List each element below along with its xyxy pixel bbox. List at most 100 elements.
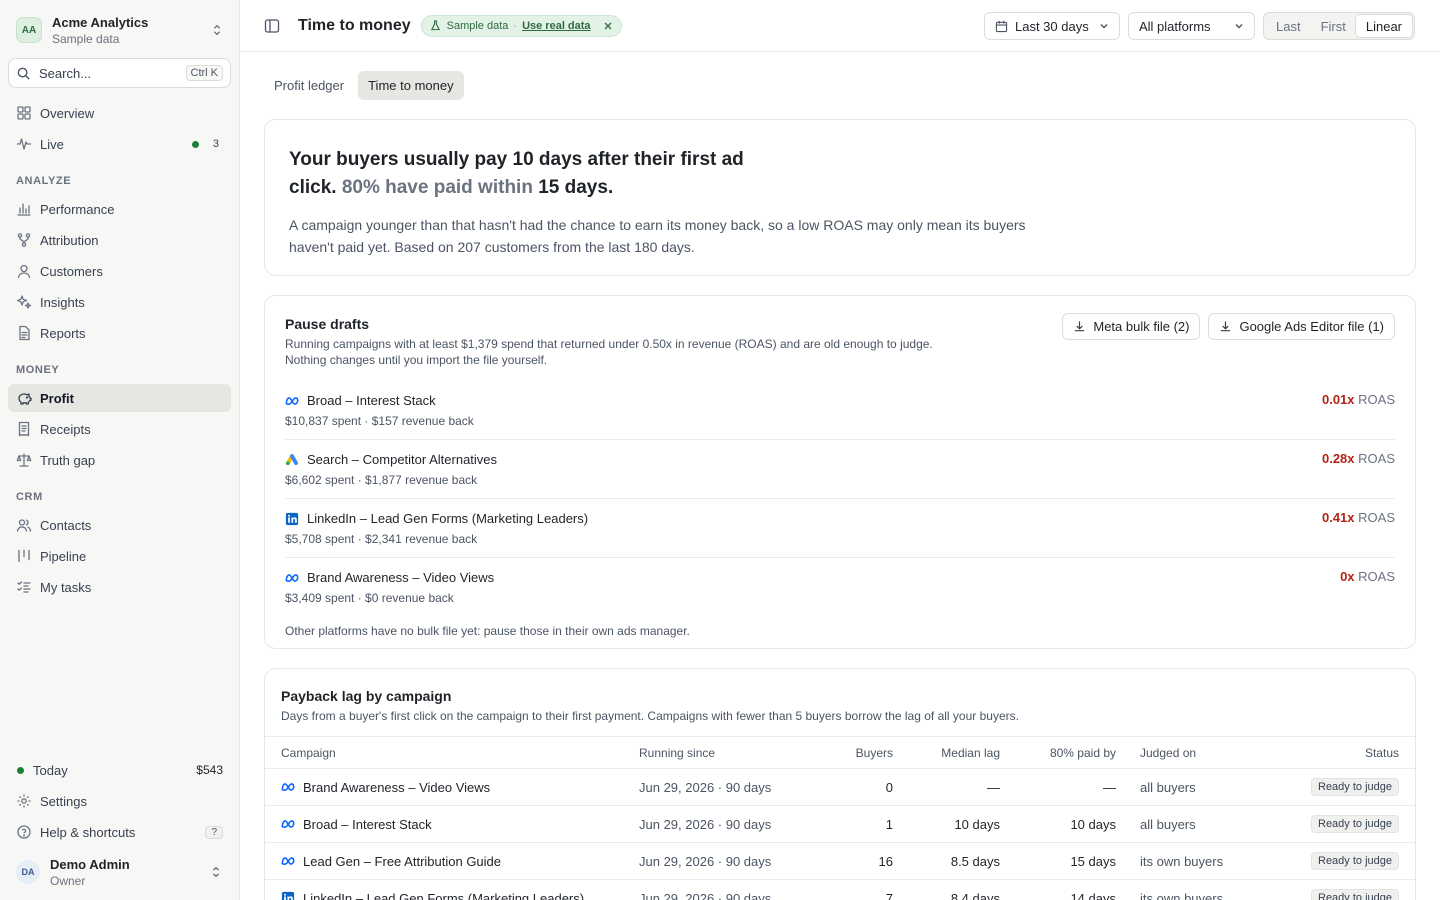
sidebar-footer: Today $543 Settings Help & shortcuts ? xyxy=(8,756,231,849)
table-row[interactable]: Brand Awareness – Video Views Jun 29, 202… xyxy=(265,769,1415,806)
sidebar-item-contacts[interactable]: Contacts xyxy=(8,511,231,539)
cell-p80: — xyxy=(1103,779,1116,795)
sidebar-item-label: Overview xyxy=(40,105,95,121)
settings-label: Settings xyxy=(40,793,87,809)
model-linear-button[interactable]: Linear xyxy=(1355,15,1412,37)
sidebar-item-label: My tasks xyxy=(40,579,92,595)
chevron-up-down-icon xyxy=(212,866,220,878)
campaign-spend: $6,602 spent · $1,877 revenue back xyxy=(285,473,478,487)
cell-buyers: 7 xyxy=(885,890,893,900)
status-dot xyxy=(17,766,24,774)
sidebar-item-settings[interactable]: Settings xyxy=(8,787,231,815)
pulse-icon xyxy=(16,138,32,150)
pill-separator: · xyxy=(513,19,518,32)
page-title: Time to money xyxy=(298,16,411,34)
date-range-value: Last 30 days xyxy=(1015,18,1089,34)
user-name: Demo Admin xyxy=(50,856,130,872)
sidebar-item-live[interactable]: Live 3 xyxy=(8,130,231,158)
campaign-name: LinkedIn – Lead Gen Forms (Marketing Lea… xyxy=(307,511,589,526)
sidebar-item-label: Truth gap xyxy=(40,452,96,468)
list-item[interactable]: LinkedIn – Lead Gen Forms (Marketing Lea… xyxy=(285,499,1395,558)
calendar-icon xyxy=(995,20,1008,32)
sidebar-item-label: Contacts xyxy=(40,517,92,533)
bar-chart-icon xyxy=(17,203,31,216)
chevron-up-down-icon xyxy=(213,24,221,36)
sidebar-item-overview[interactable]: Overview xyxy=(8,99,231,127)
pause-drafts-footnote: Other platforms have no bulk file yet: p… xyxy=(285,624,690,638)
column-header-80-paid-by[interactable]: 80% paid by xyxy=(1000,746,1116,760)
sidebar-item-my-tasks[interactable]: My tasks xyxy=(8,573,231,601)
campaign-spend: $5,708 spent · $2,341 revenue back xyxy=(285,532,478,546)
table-row[interactable]: Lead Gen – Free Attribution Guide Jun 29,… xyxy=(265,843,1415,880)
sidebar-item-reports[interactable]: Reports xyxy=(8,319,231,347)
flask-icon xyxy=(430,20,440,31)
column-header-median-lag[interactable]: Median lag xyxy=(893,746,1000,760)
sidebar-item-label: Receipts xyxy=(40,421,91,437)
sidebar-nav: Overview Live 3 ANALYZE Performance Attributi… xyxy=(8,99,231,604)
search-input[interactable]: Search... Ctrl K xyxy=(8,58,231,88)
sidebar-item-truth-gap[interactable]: Truth gap xyxy=(8,446,231,474)
payback-lag-table: Campaign Running since Buyers Median lag 80%… xyxy=(265,736,1415,900)
meta-logo-icon xyxy=(281,820,295,829)
sidebar-item-label: Reports xyxy=(40,325,86,341)
user-menu[interactable]: DA Demo Admin Owner xyxy=(8,850,231,894)
tab-profit-ledger[interactable]: Profit ledger xyxy=(264,71,354,100)
model-first-button[interactable]: First xyxy=(1311,15,1356,37)
sidebar-toggle-icon[interactable] xyxy=(264,18,280,34)
help-label: Help & shortcuts xyxy=(40,824,136,840)
roas-value: 0.01x ROAS xyxy=(1321,392,1395,407)
checklist-icon xyxy=(17,581,31,593)
column-header-running-since[interactable]: Running since xyxy=(639,746,829,760)
sample-data-badge: Sample data · Use real data xyxy=(420,14,622,37)
campaign-name: Search – Competitor Alternatives xyxy=(307,452,498,467)
list-item[interactable]: Brand Awareness – Video Views $3,409 spen… xyxy=(285,558,1395,617)
column-header-judged-on[interactable]: Judged on xyxy=(1116,746,1266,760)
cell-since: Jun 29, 2026 · 90 days xyxy=(639,779,772,795)
section-label-analyze: ANALYZE xyxy=(16,175,72,187)
sidebar-item-receipts[interactable]: Receipts xyxy=(8,415,231,443)
platform-select[interactable]: All platforms xyxy=(1128,12,1255,40)
meta-bulk-file-button[interactable]: Meta bulk file (2) xyxy=(1062,313,1201,340)
table-row[interactable]: Broad – Interest Stack Jun 29, 2026 · 90 … xyxy=(265,806,1415,843)
sidebar-item-profit[interactable]: Profit xyxy=(8,384,231,412)
close-icon[interactable] xyxy=(603,21,613,31)
column-header-campaign[interactable]: Campaign xyxy=(265,746,639,760)
tab-time-to-money[interactable]: Time to money xyxy=(358,71,464,100)
branch-icon xyxy=(17,233,31,247)
table-row[interactable]: LinkedIn – Lead Gen Forms (Marketing Lea… xyxy=(265,880,1415,900)
pause-drafts-card: Pause drafts Running campaigns with at l… xyxy=(264,295,1416,649)
date-range-select[interactable]: Last 30 days xyxy=(984,12,1120,40)
column-header-status[interactable]: Status xyxy=(1266,746,1415,760)
list-item[interactable]: Broad – Interest Stack $10,837 spent · $1… xyxy=(285,381,1395,440)
column-header-buyers[interactable]: Buyers xyxy=(829,746,893,760)
sidebar-item-insights[interactable]: Insights xyxy=(8,288,231,316)
workspace-switcher[interactable]: AA Acme Analytics Sample data xyxy=(8,8,232,52)
payback-lag-description: Days from a buyer's first click on the c… xyxy=(281,709,1019,723)
cell-p80: 15 days xyxy=(1070,853,1116,869)
roas-value: 0x ROAS xyxy=(1340,569,1395,584)
cell-campaign: Brand Awareness – Video Views xyxy=(265,780,639,795)
sidebar-item-performance[interactable]: Performance xyxy=(8,195,231,223)
sidebar-item-attribution[interactable]: Attribution xyxy=(8,226,231,254)
cell-p80: 14 days xyxy=(1070,890,1116,900)
cell-judged: all buyers xyxy=(1140,816,1196,832)
sidebar-item-pipeline[interactable]: Pipeline xyxy=(8,542,231,570)
sidebar-item-customers[interactable]: Customers xyxy=(8,257,231,285)
cell-since: Jun 29, 2026 · 90 days xyxy=(639,816,772,832)
meta-logo-icon xyxy=(281,783,295,792)
google-ads-editor-file-button[interactable]: Google Ads Editor file (1) xyxy=(1208,313,1395,340)
pause-drafts-description: Running campaigns with at least $1,379 s… xyxy=(285,337,933,367)
summary-headline: Your buyers usually pay 10 days after th… xyxy=(289,149,744,198)
list-item[interactable]: Search – Competitor Alternatives $6,602 s… xyxy=(285,440,1395,499)
search-icon xyxy=(17,67,30,80)
sidebar-item-label: Pipeline xyxy=(40,548,87,564)
workspace-subtitle: Sample data xyxy=(52,31,120,46)
meta-logo-icon xyxy=(285,573,299,582)
use-real-data-link[interactable]: Use real data xyxy=(522,20,590,32)
campaign-spend: $3,409 spent · $0 revenue back xyxy=(285,591,454,605)
today-revenue[interactable]: Today $543 xyxy=(8,756,231,784)
pause-drafts-list: Broad – Interest Stack $10,837 spent · $1… xyxy=(285,381,1395,617)
sidebar-item-label: Insights xyxy=(40,294,85,310)
sidebar-item-help[interactable]: Help & shortcuts ? xyxy=(8,818,231,846)
model-last-button[interactable]: Last xyxy=(1266,15,1311,37)
